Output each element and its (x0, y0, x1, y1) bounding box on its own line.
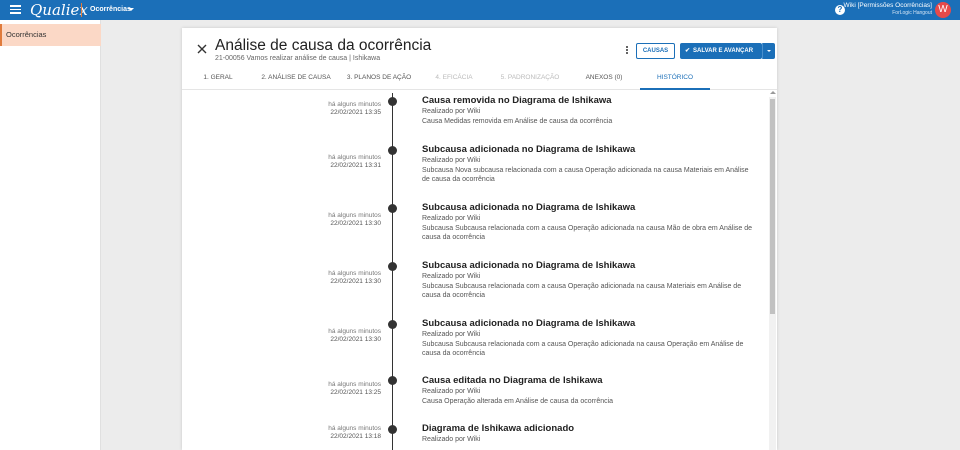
event-author: Realizado por Wiki (422, 108, 481, 115)
menu-icon[interactable] (10, 5, 21, 14)
user-company: ForLogic Hangout (892, 10, 932, 16)
event-title: Causa editada no Diagrama de Ishikawa (422, 375, 603, 386)
event-time: há alguns minutos 22/02/2021 13:30 (312, 212, 381, 228)
tab-eficacia: 4. EFICÁCIA (435, 74, 473, 81)
save-options-dropdown[interactable] (762, 43, 775, 59)
user-name[interactable]: Wiki [Permissões Ocorrências] (844, 2, 933, 10)
timeline-dot (388, 262, 397, 271)
event-author: Realizado por Wiki (422, 436, 481, 443)
event-date: 22/02/2021 13:35 (330, 109, 381, 116)
event-date: 22/02/2021 13:30 (330, 220, 381, 227)
event-author: Realizado por Wiki (422, 273, 481, 280)
event-relative-time: há alguns minutos (328, 381, 381, 388)
sidebar: Ocorrências (0, 20, 101, 450)
logo-divider (81, 3, 82, 17)
event-title: Subcausa adicionada no Diagrama de Ishik… (422, 260, 636, 271)
tab-analise-de-causa[interactable]: 2. ANÁLISE DE CAUSA (261, 70, 331, 90)
event-time: há alguns minutos 22/02/2021 13:30 (312, 328, 381, 344)
scroll-up-arrow[interactable] (770, 91, 776, 94)
event-description: Subcausa Subcausa relacionada com a caus… (422, 341, 744, 357)
page-title: Análise de causa da ocorrência (215, 37, 432, 54)
event-author: Realizado por Wiki (422, 215, 481, 222)
app-logo[interactable]: Qualiex (30, 0, 88, 20)
event-relative-time: há alguns minutos (328, 212, 381, 219)
event-date: 22/02/2021 13:18 (330, 433, 381, 440)
event-time: há alguns minutos 22/02/2021 13:31 (312, 154, 381, 170)
timeline-dot (388, 204, 397, 213)
event-title: Diagrama de Ishikawa adicionado (422, 423, 575, 434)
tab-bar: 1. GERAL 2. ANÁLISE DE CAUSA 3. PLANOS D… (182, 70, 777, 90)
event-time: há alguns minutos 22/02/2021 13:35 (312, 101, 381, 117)
causas-button[interactable]: CAUSAS (636, 43, 675, 59)
tab-historico[interactable]: HISTÓRICO (640, 70, 710, 90)
close-icon[interactable] (197, 44, 207, 54)
scrollbar[interactable] (769, 97, 776, 450)
event-description: Subcausa Nova subcausa relacionada com a… (422, 167, 749, 183)
event-relative-time: há alguns minutos (328, 154, 381, 161)
event-time: há alguns minutos 22/02/2021 13:30 (312, 270, 381, 286)
sidebar-item-ocorrencias[interactable]: Ocorrências (0, 24, 101, 46)
chevron-down-icon[interactable] (128, 8, 134, 11)
timeline-dot (388, 425, 397, 434)
event-time: há alguns minutos 22/02/2021 13:25 (312, 381, 381, 397)
event-time: há alguns minutos 22/02/2021 13:18 (312, 425, 381, 441)
check-icon: ✔ (685, 48, 691, 54)
save-and-continue-label: SALVAR E AVANÇAR (693, 48, 754, 54)
event-relative-time: há alguns minutos (328, 425, 381, 432)
event-author: Realizado por Wiki (422, 331, 481, 338)
scrollbar-thumb[interactable] (770, 99, 775, 314)
tab-planos-de-acao[interactable]: 3. PLANOS DE AÇÃO (346, 70, 412, 90)
timeline-dot (388, 320, 397, 329)
top-app-bar: Qualiex Ocorrências ? Wiki [Permissões O… (0, 0, 960, 20)
event-relative-time: há alguns minutos (328, 328, 381, 335)
tab-geral[interactable]: 1. GERAL (196, 70, 240, 90)
event-author: Realizado por Wiki (422, 388, 481, 395)
tab-padronizacao: 5. PADRONIZAÇÃO (500, 74, 560, 81)
event-description: Subcausa Subcausa relacionada com a caus… (422, 283, 742, 299)
event-date: 22/02/2021 13:30 (330, 336, 381, 343)
event-date: 22/02/2021 13:30 (330, 278, 381, 285)
event-title: Causa removida no Diagrama de Ishikawa (422, 95, 612, 106)
module-selector[interactable]: Ocorrências (90, 4, 131, 15)
timeline-dot (388, 97, 397, 106)
tab-anexos[interactable]: ANEXOS (0) (582, 70, 626, 90)
timeline-dot (388, 376, 397, 385)
main-card: Análise de causa da ocorrência 21-00056 … (182, 28, 777, 450)
event-relative-time: há alguns minutos (328, 270, 381, 277)
event-description: Causa Medidas removida em Análise de cau… (422, 118, 613, 125)
event-title: Subcausa adicionada no Diagrama de Ishik… (422, 202, 636, 213)
event-author: Realizado por Wiki (422, 157, 481, 164)
event-date: 22/02/2021 13:31 (330, 162, 381, 169)
event-description: Subcausa Subcausa relacionada com a caus… (422, 225, 752, 241)
event-relative-time: há alguns minutos (328, 101, 381, 108)
event-description: Causa Operação alterada em Análise de ca… (422, 398, 614, 405)
timeline-dot (388, 146, 397, 155)
event-title: Subcausa adicionada no Diagrama de Ishik… (422, 318, 636, 329)
more-vertical-icon[interactable] (625, 46, 629, 56)
event-date: 22/02/2021 13:25 (330, 389, 381, 396)
save-and-continue-button[interactable]: ✔ SALVAR E AVANÇAR (680, 43, 762, 59)
avatar[interactable]: W (935, 2, 951, 18)
page-subtitle: 21-00056 Vamos realizar análise de causa… (215, 55, 381, 62)
event-title: Subcausa adicionada no Diagrama de Ishik… (422, 144, 636, 155)
